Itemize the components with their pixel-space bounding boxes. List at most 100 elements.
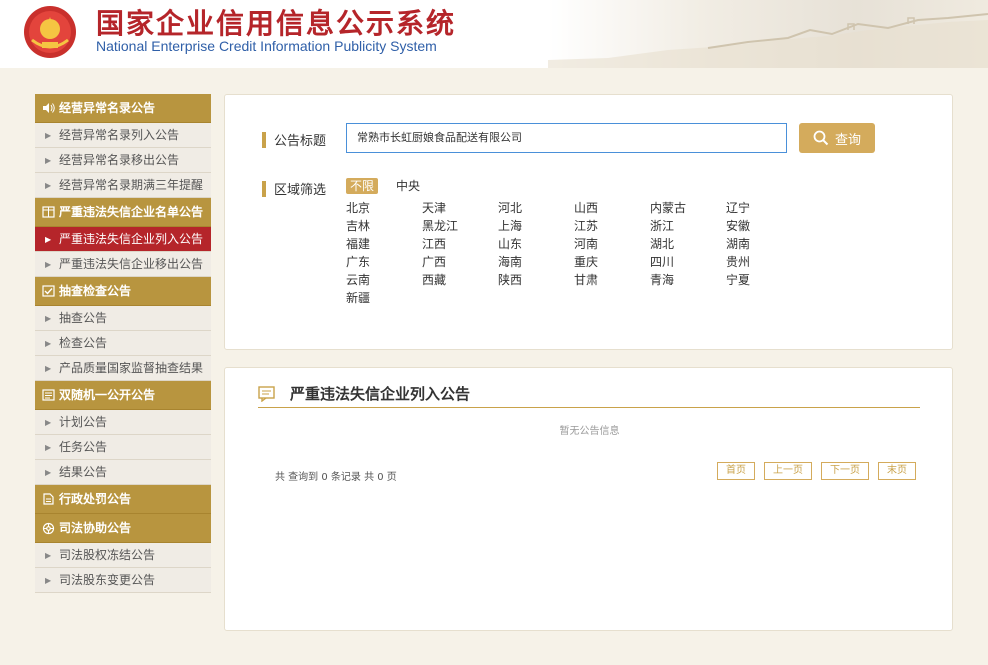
- arrow-right-icon: ▶: [45, 155, 52, 165]
- site-title: 国家企业信用信息公示系统: [96, 7, 457, 40]
- arrow-right-icon: ▶: [45, 259, 52, 269]
- great-wall-decoration: [548, 13, 988, 68]
- last-page-button[interactable]: 末页: [878, 462, 916, 480]
- sidebar-item-equity-freeze[interactable]: ▶ 司法股权冻结公告: [35, 543, 211, 568]
- arrow-right-icon: ▶: [45, 467, 52, 477]
- first-page-button[interactable]: 首页: [717, 462, 755, 480]
- region-unlimited[interactable]: 不限: [346, 177, 379, 194]
- arrow-right-icon: ▶: [45, 442, 52, 452]
- gear-icon: [41, 521, 55, 535]
- sidebar-cat-serious[interactable]: 严重违法失信企业名单公告: [35, 198, 211, 227]
- region-option[interactable]: 湖南: [726, 235, 802, 253]
- sidebar-cat-penalty[interactable]: 行政处罚公告: [35, 485, 211, 514]
- region-option[interactable]: 黑龙江: [422, 217, 498, 235]
- sidebar-item-result[interactable]: ▶ 结果公告: [35, 460, 211, 485]
- region-row: 北京 天津 河北 山西 内蒙古 辽宁: [346, 199, 802, 217]
- checkbox-icon: [41, 284, 55, 298]
- region-option[interactable]: 云南: [346, 271, 422, 289]
- region-option[interactable]: 甘肃: [574, 271, 650, 289]
- sidebar-item-abnormal-remove[interactable]: ▶ 经营异常名录移出公告: [35, 148, 211, 173]
- book-icon: [41, 205, 55, 219]
- search-panel: 公告标题 常熟市长虹厨娘食品配送有限公司 查询 区域筛选 不限 中央 北京 天津河…: [224, 94, 953, 350]
- region-row: 福建 江西 山东 河南 湖北 湖南: [346, 235, 802, 253]
- title-search-input[interactable]: 常熟市长虹厨娘食品配送有限公司: [346, 123, 787, 153]
- region-option[interactable]: 重庆: [574, 253, 650, 271]
- empty-message: 暂无公告信息: [559, 426, 620, 437]
- sidebar-item-inspect[interactable]: ▶ 检查公告: [35, 331, 211, 356]
- region-option[interactable]: 江苏: [574, 217, 650, 235]
- region-option[interactable]: 陕西: [498, 271, 574, 289]
- message-icon: [258, 385, 275, 402]
- region-option[interactable]: 山东: [498, 235, 574, 253]
- region-central[interactable]: 中央: [396, 177, 420, 194]
- sidebar-cat-abnormal[interactable]: 经营异常名录公告: [35, 94, 211, 123]
- search-icon: [813, 130, 829, 146]
- title-label: 公告标题: [274, 134, 327, 149]
- region-row: 云南 西藏 陕西 甘肃 青海 宁夏: [346, 271, 802, 289]
- sidebar-item-task[interactable]: ▶ 任务公告: [35, 435, 211, 460]
- region-option[interactable]: 江西: [422, 235, 498, 253]
- arrow-right-icon: ▶: [45, 180, 52, 190]
- region-option[interactable]: 福建: [346, 235, 422, 253]
- region-label: 区域筛选: [274, 183, 327, 198]
- region-option[interactable]: 河南: [574, 235, 650, 253]
- results-header: 严重违法失信企业列入公告: [258, 380, 920, 408]
- region-option[interactable]: 贵州: [726, 253, 802, 271]
- region-row: 新疆: [346, 289, 802, 307]
- search-button[interactable]: 查询: [799, 123, 875, 153]
- arrow-right-icon: ▶: [45, 313, 52, 323]
- header-decoration: [548, 0, 988, 68]
- region-option[interactable]: 河北: [498, 199, 574, 217]
- region-option[interactable]: 青海: [650, 271, 726, 289]
- region-option[interactable]: 广东: [346, 253, 422, 271]
- sidebar-item-abnormal-list[interactable]: ▶ 经营异常名录列入公告: [35, 123, 211, 148]
- region-label-row: 区域筛选: [262, 179, 326, 198]
- region-option[interactable]: 天津: [422, 199, 498, 217]
- region-option[interactable]: 山西: [574, 199, 650, 217]
- region-option[interactable]: 四川: [650, 253, 726, 271]
- sidebar-item-serious-list[interactable]: ▶ 严重违法失信企业列入公告: [35, 227, 211, 252]
- sidebar: 经营异常名录公告 ▶ 经营异常名录列入公告 ▶ 经营异常名录移出公告 ▶ 经营异常名录…: [35, 94, 211, 593]
- document-icon: [41, 492, 55, 506]
- region-option[interactable]: 浙江: [650, 217, 726, 235]
- arrow-right-icon: ▶: [45, 234, 52, 244]
- arrow-right-icon: ▶: [45, 363, 52, 373]
- arrow-right-icon: ▶: [45, 575, 52, 585]
- region-option[interactable]: 湖北: [650, 235, 726, 253]
- sidebar-cat-inspection[interactable]: 抽查检查公告: [35, 277, 211, 306]
- sidebar-item-spot-check[interactable]: ▶ 抽查公告: [35, 306, 211, 331]
- arrow-right-icon: ▶: [45, 338, 52, 348]
- region-top-options: 不限 中央: [346, 177, 420, 194]
- region-option[interactable]: 广西: [422, 253, 498, 271]
- region-option[interactable]: 上海: [498, 217, 574, 235]
- region-option[interactable]: 西藏: [422, 271, 498, 289]
- sidebar-item-plan[interactable]: ▶ 计划公告: [35, 410, 211, 435]
- region-option[interactable]: 安徽: [726, 217, 802, 235]
- speaker-icon: [41, 101, 55, 115]
- arrow-right-icon: ▶: [45, 417, 52, 427]
- sidebar-item-quality[interactable]: ▶ 产品质量国家监督抽查结果: [35, 356, 211, 381]
- region-option[interactable]: 宁夏: [726, 271, 802, 289]
- pagination: 首页 上一页 下一页 末页: [717, 462, 916, 480]
- results-panel: 严重违法失信企业列入公告 暂无公告信息 共 查询到 0 条记录 共 0 页 首页…: [224, 367, 953, 631]
- prev-page-button[interactable]: 上一页: [764, 462, 812, 480]
- national-emblem-icon: [24, 6, 76, 58]
- label-marker: [262, 180, 266, 197]
- region-option[interactable]: 北京: [346, 199, 422, 217]
- sidebar-item-serious-remove[interactable]: ▶ 严重违法失信企业移出公告: [35, 252, 211, 277]
- region-option[interactable]: 吉林: [346, 217, 422, 235]
- arrow-right-icon: ▶: [45, 550, 52, 560]
- sidebar-cat-random[interactable]: 双随机一公开公告: [35, 381, 211, 410]
- result-count: 共 查询到 0 条记录 共 0 页: [275, 472, 397, 483]
- region-option[interactable]: 新疆: [346, 289, 422, 307]
- label-marker: [262, 131, 266, 148]
- region-option[interactable]: 辽宁: [726, 199, 802, 217]
- sidebar-cat-judicial[interactable]: 司法协助公告: [35, 514, 211, 543]
- sidebar-item-shareholder-change[interactable]: ▶ 司法股东变更公告: [35, 568, 211, 593]
- region-option[interactable]: 海南: [498, 253, 574, 271]
- site-subtitle: National Enterprise Credit Information P…: [96, 38, 437, 54]
- sidebar-item-abnormal-expire[interactable]: ▶ 经营异常名录期满三年提醒: [35, 173, 211, 198]
- region-option[interactable]: 内蒙古: [650, 199, 726, 217]
- arrow-right-icon: ▶: [45, 130, 52, 140]
- next-page-button[interactable]: 下一页: [821, 462, 869, 480]
